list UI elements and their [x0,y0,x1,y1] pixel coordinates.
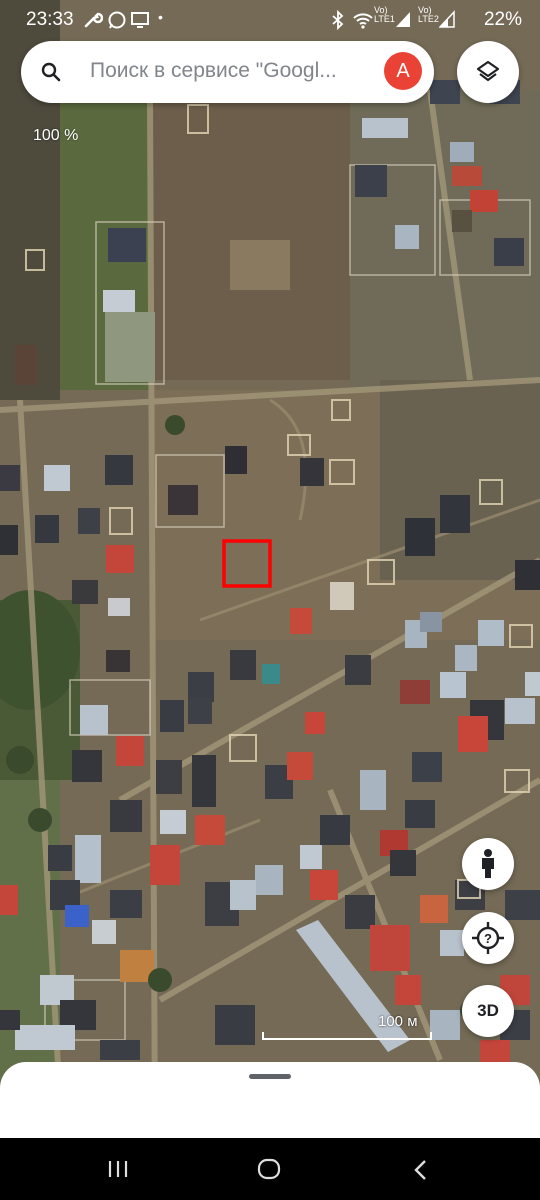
drag-handle[interactable] [249,1074,291,1079]
satellite-imagery [0,0,540,1140]
layers-button[interactable] [457,41,519,103]
search-bar[interactable]: Поиск в сервисе "Googl... A [21,41,434,103]
home-icon[interactable] [257,1158,281,1185]
battery-percent: 22% [483,9,522,30]
search-input[interactable]: Поиск в сервисе "Googl... [90,59,370,83]
status-dot: • [158,9,163,25]
wrench-icon [83,10,104,35]
network-label-1: Vo) LTE1 [374,5,395,24]
recents-icon[interactable] [106,1159,130,1184]
bluetooth-icon [330,9,346,35]
scale-bar: 100 м [262,1012,432,1042]
location-unknown-icon: ? [472,922,504,954]
avatar[interactable]: A [384,52,422,90]
satellite-map[interactable] [0,0,540,1140]
zoom-level: 100 % [33,127,79,144]
network-label-2: Vo) LTE2 [418,5,439,24]
search-icon[interactable] [39,60,63,84]
bottom-sheet[interactable] [0,1062,540,1142]
cast-icon [130,10,150,35]
pegman-icon [482,849,494,878]
street-view-button[interactable] [462,838,514,890]
my-location-button[interactable]: ? [462,912,514,964]
layers-icon [476,60,500,82]
3d-button[interactable]: 3D [462,985,514,1037]
navigation-bar [0,1138,540,1200]
svg-text:?: ? [484,931,492,946]
status-time: 23:33 [26,9,74,30]
status-bar: 23:33 • Vo) LTE1 Vo) LTE2 22% [0,0,540,40]
whatsapp-icon [107,10,127,35]
scale-label: 100 м [378,1013,418,1030]
signal-icon [438,10,455,33]
scale-line [262,1032,432,1040]
back-icon[interactable] [412,1159,428,1186]
signal-icon [395,10,411,33]
wifi-icon [352,10,374,35]
